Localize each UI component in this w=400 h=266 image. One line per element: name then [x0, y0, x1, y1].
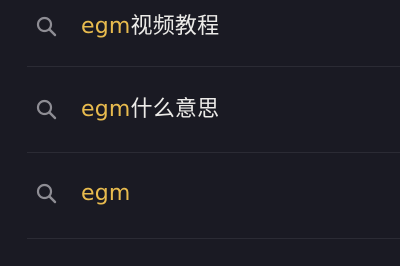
suggestion-item[interactable]: egm	[0, 155, 400, 233]
suggestion-item[interactable]: egm什么意思	[0, 71, 400, 149]
suggestion-text: egm	[81, 181, 131, 207]
search-icon	[36, 99, 57, 120]
suggestion-rest: 什么意思	[130, 97, 220, 122]
search-suggestion-list: egm视频教程 egm什么意思 egm	[0, 0, 400, 266]
suggestion-text: egm视频教程	[81, 14, 219, 40]
divider	[27, 238, 400, 239]
divider	[27, 66, 400, 67]
divider	[27, 152, 400, 153]
search-icon	[36, 183, 57, 204]
suggestion-highlight: egm	[81, 181, 131, 206]
suggestion-text: egm什么意思	[81, 97, 219, 123]
suggestion-item[interactable]: egm视频教程	[0, 0, 400, 66]
suggestion-highlight: egm	[81, 14, 131, 39]
suggestion-rest: 视频教程	[130, 14, 220, 39]
search-icon	[36, 16, 57, 37]
suggestion-highlight: egm	[81, 97, 131, 122]
